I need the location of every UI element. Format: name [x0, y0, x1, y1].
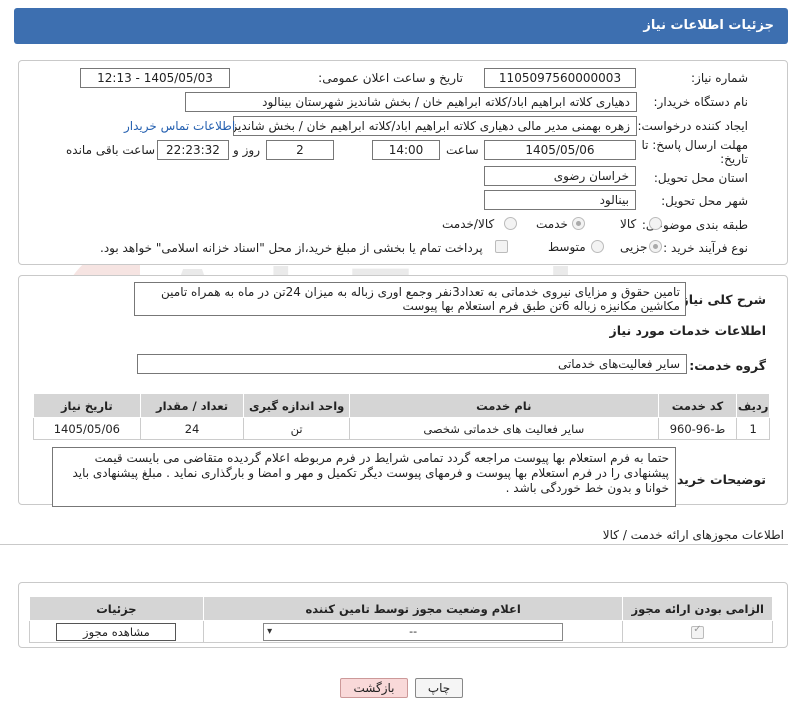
permits-section-title: اطلاعات مجوزهای ارائه خدمت / کالا	[602, 528, 784, 542]
process-radio-medium[interactable]	[591, 240, 604, 253]
creator-label: ایجاد کننده درخواست:	[637, 119, 748, 133]
permit-required-checkbox: ✓	[691, 624, 705, 639]
process-option-medium: متوسط	[548, 240, 586, 254]
service-group-field: سایر فعالیت‌های خدماتی	[137, 354, 687, 374]
view-permit-button[interactable]: مشاهده مجوز	[56, 622, 177, 641]
permit-status-select-value: --	[409, 624, 418, 638]
announce-label: تاریخ و ساعت اعلان عمومی:	[318, 71, 463, 85]
buyer-org-field: دهیاری کلاته ابراهیم اباد/کلاته ابراهیم …	[185, 92, 637, 112]
permits-table: الزامی بودن ارائه مجوز اعلام وضعیت مجوز …	[29, 596, 773, 643]
description-label: شرح کلی نیاز:	[676, 292, 766, 307]
payment-checkbox[interactable]	[495, 240, 508, 253]
col-permit-status: اعلام وضعیت مجوز توسط تامین کننده	[202, 596, 624, 621]
page-header: جزئیات اطلاعات نیاز	[14, 8, 788, 44]
print-button[interactable]: چاپ	[415, 678, 463, 698]
buyer-notes-textarea[interactable]: حتما به فرم استعلام بها پیوست مراجعه گرد…	[52, 447, 676, 507]
cell-service-code: ط-96-960	[657, 417, 738, 440]
category-option-goods: کالا	[620, 217, 637, 231]
service-group-label: گروه خدمت:	[689, 358, 766, 373]
creator-field: زهره بهمنی مدیر مالی دهیاری کلاته ابراهی…	[233, 116, 637, 136]
deadline-time-field: 14:00	[372, 140, 440, 160]
deadline-date-field: 1405/05/06	[484, 140, 636, 160]
services-table: ردیف کد خدمت نام خدمت واحد اندازه گیری ت…	[33, 393, 770, 440]
cell-quantity: 24	[139, 417, 245, 440]
col-permit-details: جزئیات	[29, 596, 204, 621]
permits-divider	[0, 544, 788, 545]
province-field: خراسان رضوی	[484, 166, 636, 186]
process-label: نوع فرآیند خرید :	[663, 241, 748, 255]
chevron-down-icon: ▾	[267, 625, 273, 637]
province-label: استان محل تحویل:	[653, 171, 748, 185]
days-field: 2	[266, 140, 334, 160]
deadline-label-date: تاریخ:	[720, 152, 748, 166]
category-option-goods-service: کالا/خدمت	[442, 217, 495, 231]
process-option-minor: جزیی	[620, 240, 648, 254]
cell-service-name: سایر فعالیت های خدماتی شخصی	[348, 417, 659, 440]
need-number-field: 1105097560000003	[484, 68, 636, 88]
buyer-org-label: نام دستگاه خریدار:	[653, 95, 749, 109]
announce-field: 1405/05/03 - 12:13	[80, 68, 230, 88]
col-row-number: ردیف	[736, 393, 770, 418]
services-section-title: اطلاعات خدمات مورد نیاز	[609, 323, 767, 338]
permits-table-header: الزامی بودن ارائه مجوز اعلام وضعیت مجوز …	[29, 596, 773, 621]
col-service-code: کد خدمت	[657, 393, 738, 418]
col-permit-required: الزامی بودن ارائه مجوز	[622, 596, 773, 621]
cell-permit-details: مشاهده مجوز	[29, 620, 204, 643]
city-label: شهر محل تحویل:	[661, 194, 748, 208]
description-textarea[interactable]: تامین حقوق و مزایای نیروی خدماتی به تعدا…	[134, 282, 686, 316]
main-form-card	[18, 60, 788, 265]
deadline-label: مهلت ارسال پاسخ: تا	[641, 138, 748, 152]
category-radio-service[interactable]	[572, 217, 585, 230]
payment-note: پرداخت تمام یا بخشی از مبلغ خرید،از محل …	[100, 241, 483, 255]
deadline-time-label: ساعت	[446, 143, 479, 157]
category-radio-goods[interactable]	[649, 217, 662, 230]
permit-status-select[interactable]: -- ▾	[263, 622, 564, 641]
col-unit: واحد اندازه گیری	[243, 393, 350, 418]
back-button[interactable]: بازگشت	[340, 678, 408, 698]
contact-buyer-link[interactable]: اطلاعات تماس خریدار	[124, 119, 235, 133]
cell-need-date: 1405/05/06	[33, 417, 141, 440]
services-table-header: ردیف کد خدمت نام خدمت واحد اندازه گیری ت…	[33, 393, 770, 418]
process-radio-minor[interactable]	[649, 240, 662, 253]
days-label: روز و	[233, 143, 260, 157]
col-need-date: تاریخ نیاز	[33, 393, 141, 418]
buyer-notes-label: توضیحات خریدار:	[660, 472, 766, 487]
page-title: جزئیات اطلاعات نیاز	[643, 18, 774, 33]
cell-unit: تن	[243, 417, 350, 440]
table-row: ✓ -- ▾ مشاهده مجوز	[29, 620, 773, 643]
cell-row-number: 1	[736, 417, 770, 440]
col-service-name: نام خدمت	[348, 393, 659, 418]
remaining-time-field: 22:23:32	[157, 140, 229, 160]
cell-permit-status: -- ▾	[202, 620, 624, 643]
city-field: بینالود	[484, 190, 636, 210]
remaining-label: ساعت باقی مانده	[66, 143, 156, 157]
category-option-service: خدمت	[536, 217, 568, 231]
col-quantity: تعداد / مقدار	[139, 393, 245, 418]
need-number-label: شماره نیاز:	[691, 71, 748, 85]
cell-permit-required: ✓	[622, 620, 773, 643]
table-row: 1 ط-96-960 سایر فعالیت های خدماتی شخصی ت…	[33, 417, 770, 440]
category-radio-goods-service[interactable]	[504, 217, 517, 230]
